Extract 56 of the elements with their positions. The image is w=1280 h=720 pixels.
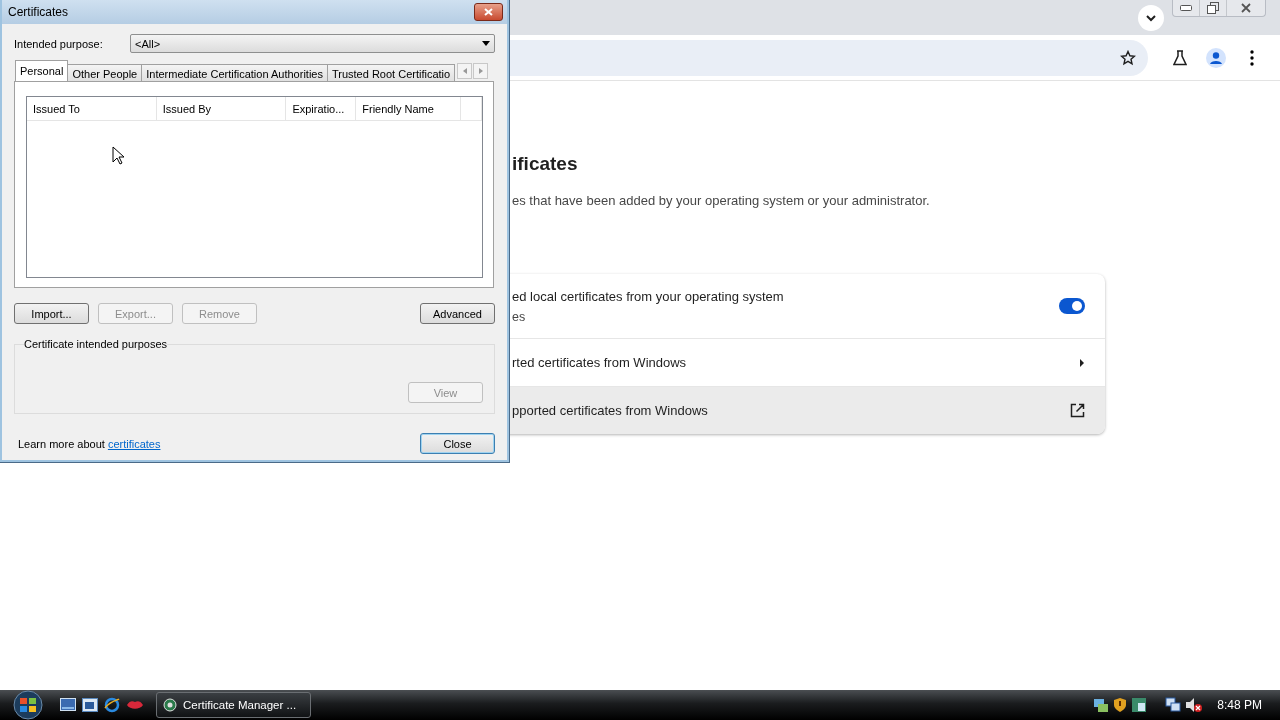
setting-title: rted certificates from Windows xyxy=(512,355,687,370)
purpose-dropdown[interactable]: <All> xyxy=(130,34,495,53)
learn-more-text: Learn more about certificates xyxy=(18,437,161,450)
browser-globe-icon[interactable] xyxy=(104,697,120,713)
star-icon[interactable] xyxy=(1120,49,1136,66)
mouse-cursor-icon xyxy=(112,146,125,165)
restore-icon xyxy=(1207,2,1219,14)
flask-icon[interactable] xyxy=(1173,49,1187,66)
certificate-list[interactable]: Issued To Issued By Expiratio... Friendly Name xyxy=(26,96,483,278)
tab[interactable]: Intermediate Certification Authorities xyxy=(141,64,328,81)
page-heading: ificates xyxy=(512,153,579,175)
avatar-icon[interactable] xyxy=(1206,47,1226,68)
certificates-link[interactable]: certificates xyxy=(107,437,161,450)
menu-icon[interactable] xyxy=(1250,49,1254,66)
setting-subtitle: es xyxy=(512,309,527,324)
toggle-switch[interactable] xyxy=(1059,298,1085,314)
window-switch-icon[interactable] xyxy=(82,698,98,712)
advanced-button[interactable]: Advanced xyxy=(420,303,495,324)
close-icon xyxy=(484,8,493,16)
volume-muted-icon[interactable] xyxy=(1185,697,1204,713)
tab[interactable]: Personal xyxy=(15,60,69,81)
tab[interactable]: Other People xyxy=(67,64,143,81)
group-label: Certificate intended purposes xyxy=(24,338,168,350)
chevron-down-icon xyxy=(1146,14,1156,22)
external-link-icon xyxy=(1070,403,1085,418)
taskbar-window-button[interactable]: Certificate Manager ... xyxy=(156,692,311,718)
clock: 8:48 PM xyxy=(1217,698,1262,712)
tab[interactable]: Trusted Root Certificatio xyxy=(326,64,456,81)
app-tray-icon[interactable] xyxy=(1131,697,1148,713)
caret-icon xyxy=(1079,358,1085,367)
action-button[interactable]: Import... xyxy=(14,303,89,324)
network-tray-icon[interactable] xyxy=(1165,697,1182,713)
tab-search-button[interactable] xyxy=(1138,5,1164,31)
minimize-icon xyxy=(1180,5,1192,11)
dropdown-arrow-icon xyxy=(482,41,490,46)
column-header[interactable]: Issued By xyxy=(156,97,287,120)
desktop-icon[interactable] xyxy=(60,698,76,712)
right-arrow-icon xyxy=(478,68,483,74)
certificate-manager-icon xyxy=(163,698,177,712)
setting-title: ed local certificates from your operating system xyxy=(512,288,784,304)
page-description: es that have been added by your operating system or your administrator. xyxy=(512,193,931,208)
purpose-label: Intended purpose: xyxy=(14,37,103,50)
window-title: Certificates xyxy=(8,5,69,19)
close-icon xyxy=(1241,3,1251,13)
setting-title: pported certificates from Windows xyxy=(512,403,708,418)
column-header[interactable]: Expiratio... xyxy=(286,97,357,120)
scroll-right-button[interactable] xyxy=(473,63,489,79)
left-arrow-icon xyxy=(462,68,467,74)
scroll-left-button[interactable] xyxy=(457,63,473,79)
close-button[interactable] xyxy=(474,3,503,21)
close-dialog-button[interactable]: Close xyxy=(420,433,495,454)
column-header[interactable]: Friendly Name xyxy=(356,97,462,120)
lips-icon[interactable] xyxy=(126,699,144,711)
column-header[interactable]: Issued To xyxy=(27,97,157,120)
network-tray-icon[interactable] xyxy=(1093,697,1110,713)
shield-icon[interactable] xyxy=(1113,697,1128,713)
